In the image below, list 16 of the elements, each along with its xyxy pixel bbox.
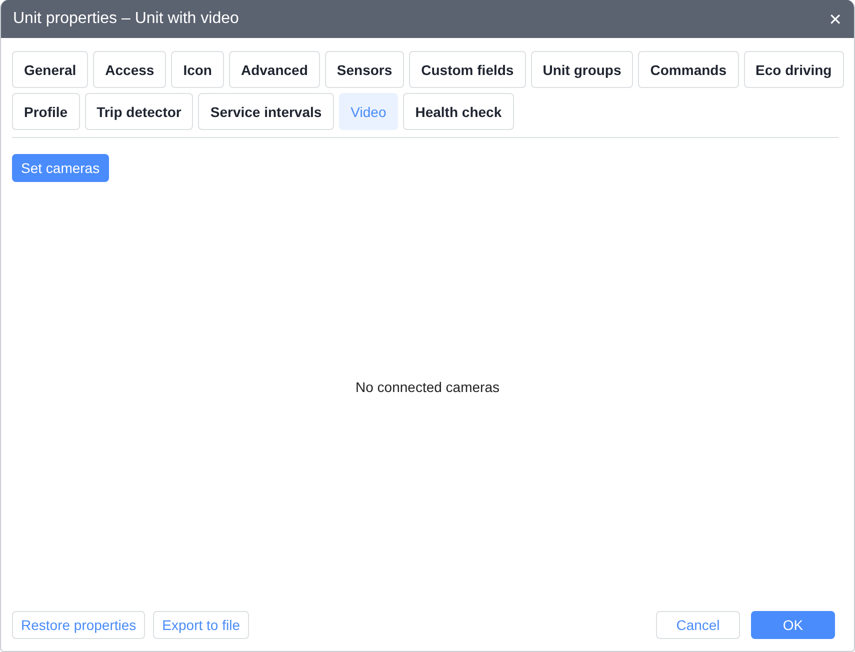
tab[interactable]: Sensors	[324, 51, 404, 88]
tab[interactable]: Commands	[638, 51, 738, 88]
tab[interactable]: General	[12, 51, 88, 88]
tab[interactable]: Icon	[171, 51, 224, 88]
empty-message: No connected cameras	[356, 378, 500, 394]
tab[interactable]: Service intervals	[198, 93, 334, 130]
tab[interactable]: Access	[93, 51, 166, 88]
tab[interactable]: Eco driving	[744, 51, 844, 88]
window-title: Unit properties – Unit with video	[13, 10, 239, 28]
tab[interactable]: Trip detector	[84, 93, 194, 130]
tab[interactable]: Profile	[12, 93, 80, 130]
tab[interactable]: Custom fields	[409, 51, 526, 88]
tab[interactable]: Advanced	[228, 51, 320, 88]
tab[interactable]: Unit groups	[530, 51, 634, 88]
tab[interactable]: Health check	[403, 93, 514, 130]
close-button[interactable]: ✕	[826, 10, 844, 28]
